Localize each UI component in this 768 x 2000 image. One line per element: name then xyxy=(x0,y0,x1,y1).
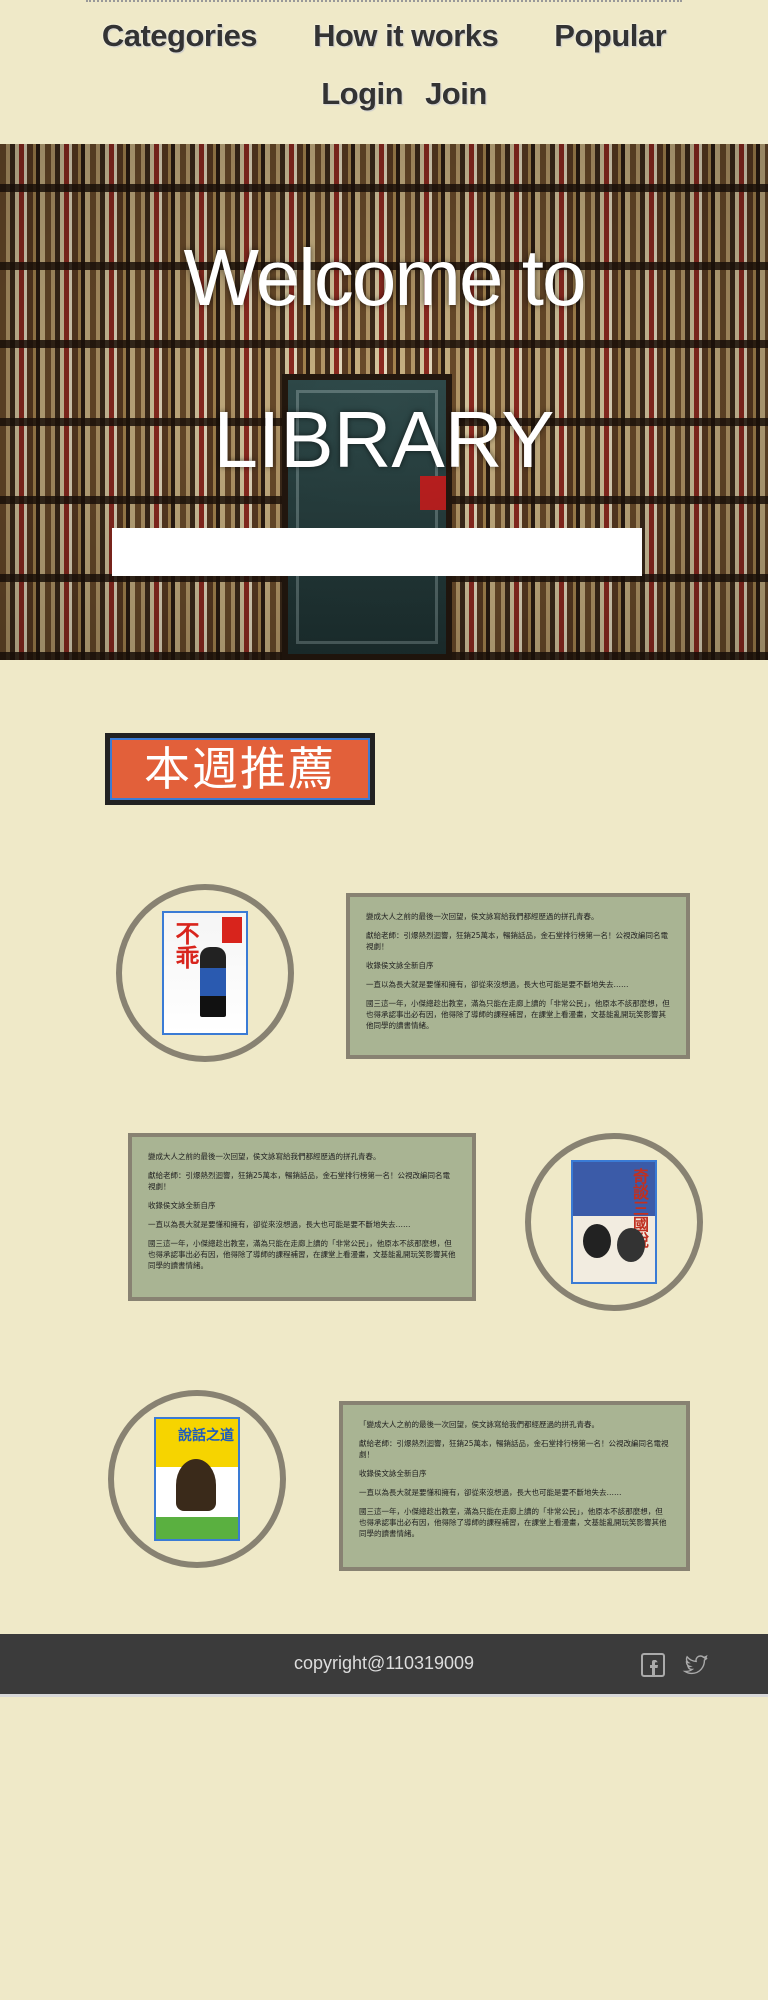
search-input[interactable] xyxy=(112,528,642,576)
twitter-icon[interactable] xyxy=(680,1652,712,1678)
hero-banner: Welcome to LIBRARY xyxy=(0,144,768,660)
weekly-picks-label: 本週推薦 xyxy=(110,738,370,800)
top-divider xyxy=(86,0,682,4)
site-footer: copyright@110319009 xyxy=(0,1634,768,1697)
weekly-picks-badge: 本週推薦 xyxy=(105,733,375,805)
book-description: 「變成大人之前的最後一次回望，侯文詠寫給我們都經歷過的拼孔青春。 獻給老師：引爆… xyxy=(339,1401,690,1571)
hero-title-line1: Welcome to xyxy=(183,233,587,322)
main-nav: Categories How it works Popular Login Jo… xyxy=(0,18,768,134)
book-cover-image[interactable]: 不乖 xyxy=(162,911,248,1035)
facebook-icon[interactable] xyxy=(640,1652,666,1678)
book-description: 變成大人之前的最後一次回望，侯文詠寫給我們都經歷過的拼孔青春。 獻給老師：引爆熱… xyxy=(346,893,690,1059)
hero-title-line2: LIBRARY xyxy=(213,395,555,484)
book-cover-title: 說話之道 xyxy=(178,1428,234,1444)
social-links xyxy=(640,1652,712,1678)
nav-login[interactable]: Login xyxy=(321,76,403,112)
book-cover-title: 不乖 xyxy=(171,921,200,969)
book-cover-image[interactable]: 說話之道 xyxy=(154,1417,240,1541)
nav-join[interactable]: Join xyxy=(425,76,487,112)
book-cover-circle[interactable]: 奇談三國說 xyxy=(525,1133,703,1311)
book-cover-circle[interactable]: 不乖 xyxy=(116,884,294,1062)
book-cover-circle[interactable]: 說話之道 xyxy=(108,1390,286,1568)
nav-how-it-works[interactable]: How it works xyxy=(313,18,499,54)
nav-categories[interactable]: Categories xyxy=(102,18,258,54)
book-description: 變成大人之前的最後一次回望，侯文詠寫給我們都經歷過的拼孔青春。 獻給老師：引爆熱… xyxy=(128,1133,476,1301)
nav-popular[interactable]: Popular xyxy=(554,18,666,54)
book-cover-image[interactable]: 奇談三國說 xyxy=(571,1160,657,1284)
